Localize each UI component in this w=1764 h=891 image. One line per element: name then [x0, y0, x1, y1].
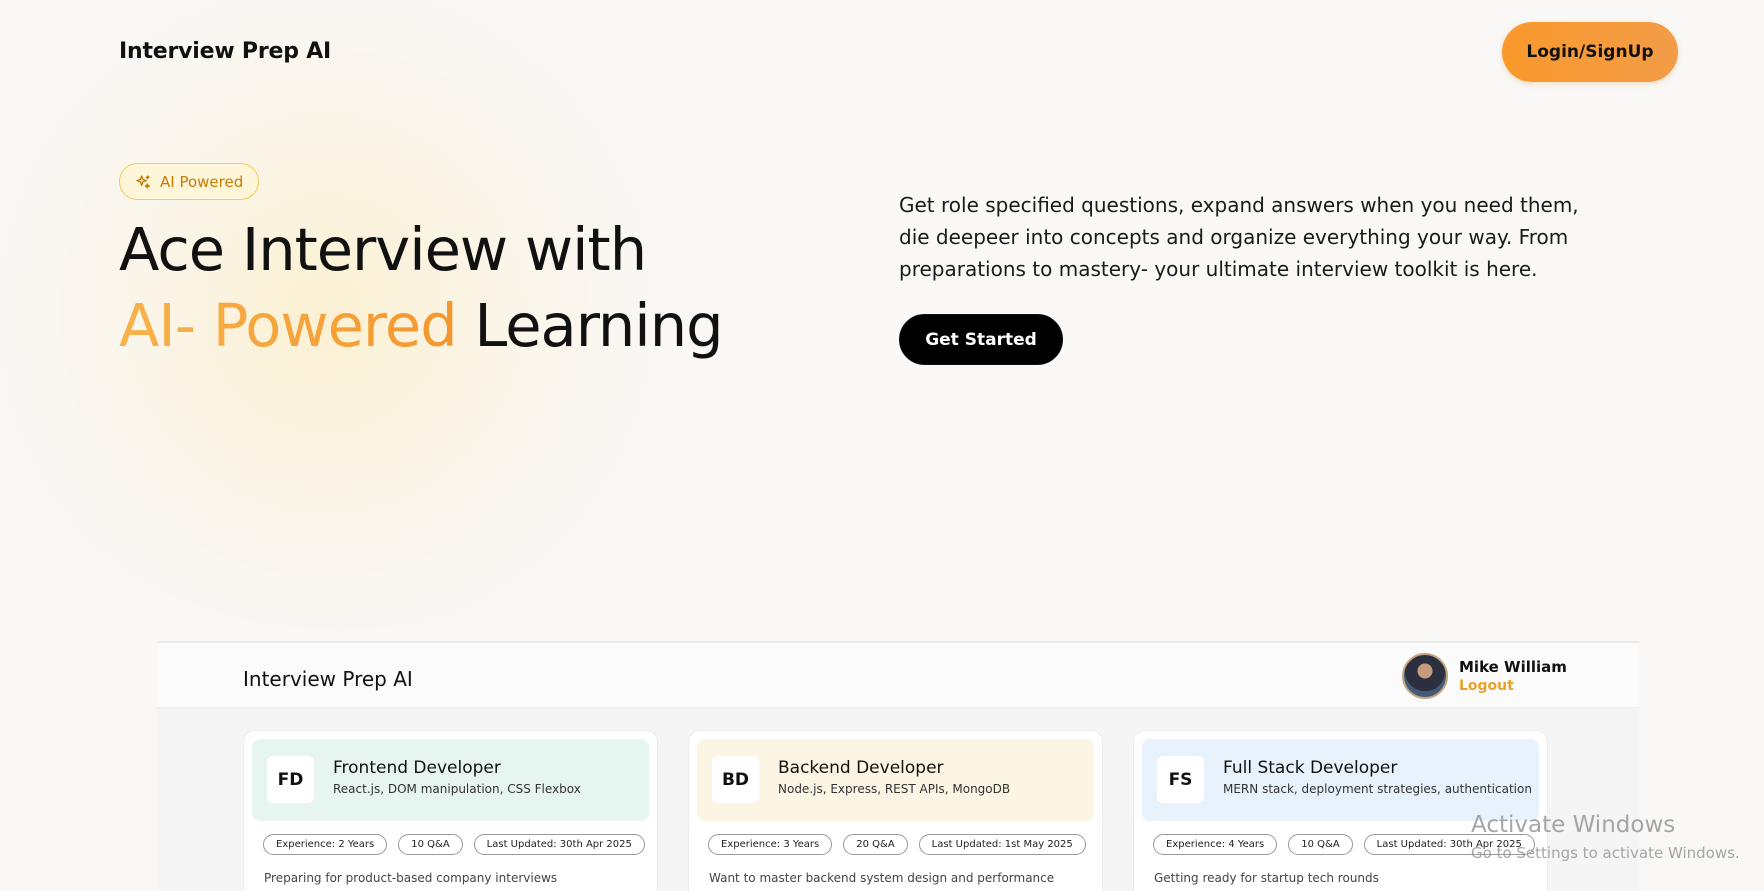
- sparkles-icon: [135, 174, 151, 190]
- experience-tag: Experience: 4 Years: [1153, 834, 1278, 855]
- get-started-button[interactable]: Get Started: [899, 314, 1063, 365]
- card-initials: FS: [1157, 756, 1204, 803]
- card-header: FS Full Stack Developer MERN stack, depl…: [1142, 739, 1539, 821]
- preview-user-name: Mike William: [1459, 658, 1567, 676]
- hero-description: Get role specified questions, expand ans…: [899, 193, 1579, 281]
- hero-title: Ace Interview with AI- Powered Learning: [119, 212, 724, 364]
- card-title: Backend Developer: [778, 758, 944, 778]
- card-header: FD Frontend Developer React.js, DOM mani…: [252, 739, 649, 821]
- watermark-title: Activate Windows: [1471, 812, 1676, 838]
- last-updated-tag: Last Updated: 30th Apr 2025: [473, 834, 645, 855]
- avatar: [1402, 653, 1448, 699]
- card-tags: Experience: 2 Years 10 Q&A Last Updated:…: [263, 834, 645, 855]
- preview-header: Interview Prep AI Mike William Logout: [157, 643, 1639, 708]
- card-initials: BD: [712, 756, 759, 803]
- login-signup-button[interactable]: Login/SignUp: [1502, 22, 1678, 82]
- hero-title-line1: Ace Interview with: [119, 215, 647, 284]
- card-title: Full Stack Developer: [1223, 758, 1398, 778]
- experience-tag: Experience: 2 Years: [263, 834, 388, 855]
- card-skills: MERN stack, deployment strategies, authe…: [1223, 782, 1532, 796]
- hero-title-accent: AI- Powered: [119, 291, 458, 360]
- experience-tag: Experience: 3 Years: [708, 834, 833, 855]
- card-title: Frontend Developer: [333, 758, 501, 778]
- badge-label: AI Powered: [160, 172, 244, 191]
- watermark-subtitle: Go to Settings to activate Windows.: [1471, 844, 1740, 862]
- card-description: Want to master backend system design and…: [709, 871, 1055, 885]
- windows-activation-watermark: Activate Windows Go to Settings to activ…: [1471, 812, 1740, 862]
- session-card[interactable]: FD Frontend Developer React.js, DOM mani…: [243, 730, 658, 891]
- session-card[interactable]: FS Full Stack Developer MERN stack, depl…: [1133, 730, 1548, 891]
- ai-powered-badge: AI Powered: [119, 163, 259, 200]
- last-updated-tag: Last Updated: 1st May 2025: [918, 834, 1086, 855]
- preview-logout-link[interactable]: Logout: [1459, 678, 1514, 694]
- qa-count-tag: 10 Q&A: [398, 834, 463, 855]
- card-header: BD Backend Developer Node.js, Express, R…: [697, 739, 1094, 821]
- card-skills: Node.js, Express, REST APIs, MongoDB: [778, 782, 1011, 796]
- card-skills: React.js, DOM manipulation, CSS Flexbox: [333, 782, 581, 796]
- card-tags: Experience: 3 Years 20 Q&A Last Updated:…: [708, 834, 1086, 855]
- card-description: Preparing for product-based company inte…: [264, 871, 558, 885]
- session-cards: FD Frontend Developer React.js, DOM mani…: [243, 730, 1548, 891]
- qa-count-tag: 10 Q&A: [1288, 834, 1353, 855]
- card-description: Getting ready for startup tech rounds: [1154, 871, 1379, 885]
- card-initials: FD: [267, 756, 314, 803]
- preview-brand: Interview Prep AI: [243, 667, 413, 691]
- brand-logo[interactable]: Interview Prep AI: [119, 39, 331, 64]
- hero-title-line2: Learning: [456, 291, 723, 360]
- dashboard-preview: Interview Prep AI Mike William Logout FD…: [157, 641, 1639, 891]
- qa-count-tag: 20 Q&A: [843, 834, 908, 855]
- session-card[interactable]: BD Backend Developer Node.js, Express, R…: [688, 730, 1103, 891]
